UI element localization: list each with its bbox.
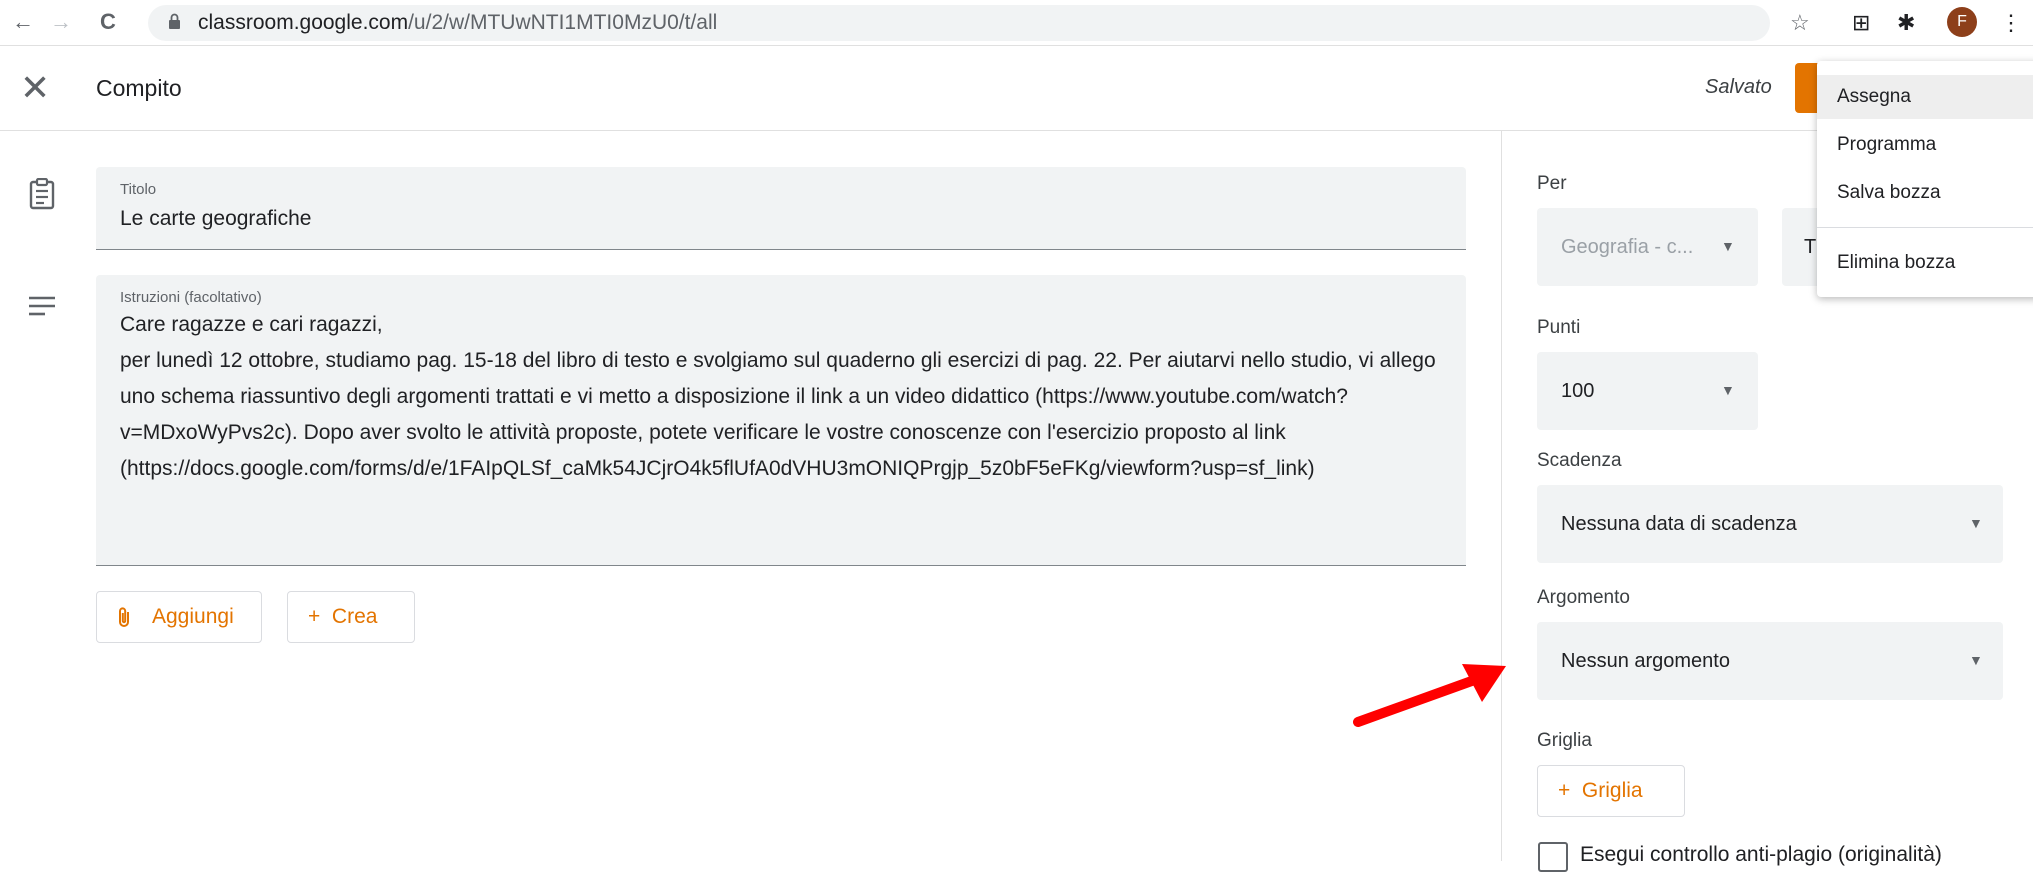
menu-divider <box>1817 227 2033 228</box>
chevron-down-icon: ▼ <box>1969 515 1983 531</box>
url-path: /u/2/w/MTUwNTI1MTI0MzU0/t/all <box>408 11 718 34</box>
due-date-value: Nessuna data di scadenza <box>1561 513 1797 535</box>
browser-menu-icon[interactable]: ⋮ <box>2000 9 2022 37</box>
topic-select[interactable]: Nessun argomento ▼ <box>1537 622 2003 700</box>
saved-status: Salvato <box>1705 76 1772 98</box>
title-field[interactable]: Titolo Le carte geografiche <box>96 167 1466 250</box>
menu-item-elimina-bozza[interactable]: Elimina bozza <box>1817 241 2033 285</box>
close-icon[interactable]: ✕ <box>20 68 50 108</box>
add-rubric-button[interactable]: + Griglia <box>1537 765 1685 817</box>
description-lines-icon <box>29 296 55 316</box>
topic-select-value: Nessun argomento <box>1561 650 1730 672</box>
url-text[interactable]: classroom.google.com/u/2/w/MTUwNTI1MTI0M… <box>198 10 717 36</box>
class-select[interactable]: Geografia - c... ▼ <box>1537 208 1758 286</box>
due-label: Scadenza <box>1537 450 1622 471</box>
paperclip-icon <box>119 607 129 627</box>
title-field-label: Titolo <box>120 181 157 198</box>
profile-avatar[interactable]: F <box>1947 7 1977 37</box>
menu-item-assegna[interactable]: Assegna <box>1817 75 2033 119</box>
title-field-value: Le carte geografiche <box>120 207 312 230</box>
points-select-value: 100 <box>1561 380 1595 402</box>
points-select[interactable]: 100 ▼ <box>1537 352 1758 430</box>
app-grid-icon[interactable]: ⊞ <box>1852 9 1870 37</box>
chevron-down-icon: ▼ <box>1721 382 1735 398</box>
instructions-field[interactable]: Istruzioni (facoltativo) Care ragazze e … <box>96 275 1466 566</box>
assignment-icon <box>29 178 55 210</box>
originality-checkbox[interactable] <box>1538 842 1568 872</box>
class-select-value: Geografia - c... <box>1561 236 1694 258</box>
reload-icon[interactable]: C <box>100 8 116 36</box>
extensions-icon[interactable]: ✱ <box>1897 9 1915 37</box>
add-rubric-label: + Griglia <box>1558 779 1643 802</box>
chevron-down-icon: ▼ <box>1721 238 1735 254</box>
create-label: + Crea <box>308 605 378 628</box>
forward-icon[interactable]: → <box>50 8 72 36</box>
rubric-label: Griglia <box>1537 730 1592 751</box>
students-select-value: T <box>1804 236 1817 258</box>
url-host: classroom.google.com <box>198 11 409 34</box>
topic-label: Argomento <box>1537 587 1630 608</box>
chevron-down-icon: ▼ <box>1969 652 1983 668</box>
lock-icon <box>169 13 180 29</box>
bookmark-star-icon[interactable]: ☆ <box>1790 9 1810 37</box>
instructions-field-label: Istruzioni (facoltativo) <box>120 289 262 306</box>
menu-item-salva-bozza[interactable]: Salva bozza <box>1817 171 2033 215</box>
assign-options-menu: Assegna Programma Salva bozza Elimina bo… <box>1817 61 2033 297</box>
add-attachment-label: Aggiungi <box>152 605 234 628</box>
page-title: Compito <box>96 75 182 101</box>
due-date-select[interactable]: Nessuna data di scadenza ▼ <box>1537 485 2003 563</box>
create-button[interactable]: + Crea <box>287 591 415 643</box>
students-select[interactable]: T <box>1782 208 1822 286</box>
add-attachment-button[interactable]: Aggiungi <box>96 591 262 643</box>
points-label: Punti <box>1537 317 1581 338</box>
back-icon[interactable]: ← <box>12 8 34 36</box>
instructions-text: Care ragazze e cari ragazzi, per lunedì … <box>120 313 1436 480</box>
red-arrow-annotation <box>1353 664 1506 727</box>
menu-item-programma[interactable]: Programma <box>1817 123 2033 167</box>
originality-label: Esegui controllo anti-plagio (originalit… <box>1580 843 1942 866</box>
for-label: Per <box>1537 173 1567 194</box>
